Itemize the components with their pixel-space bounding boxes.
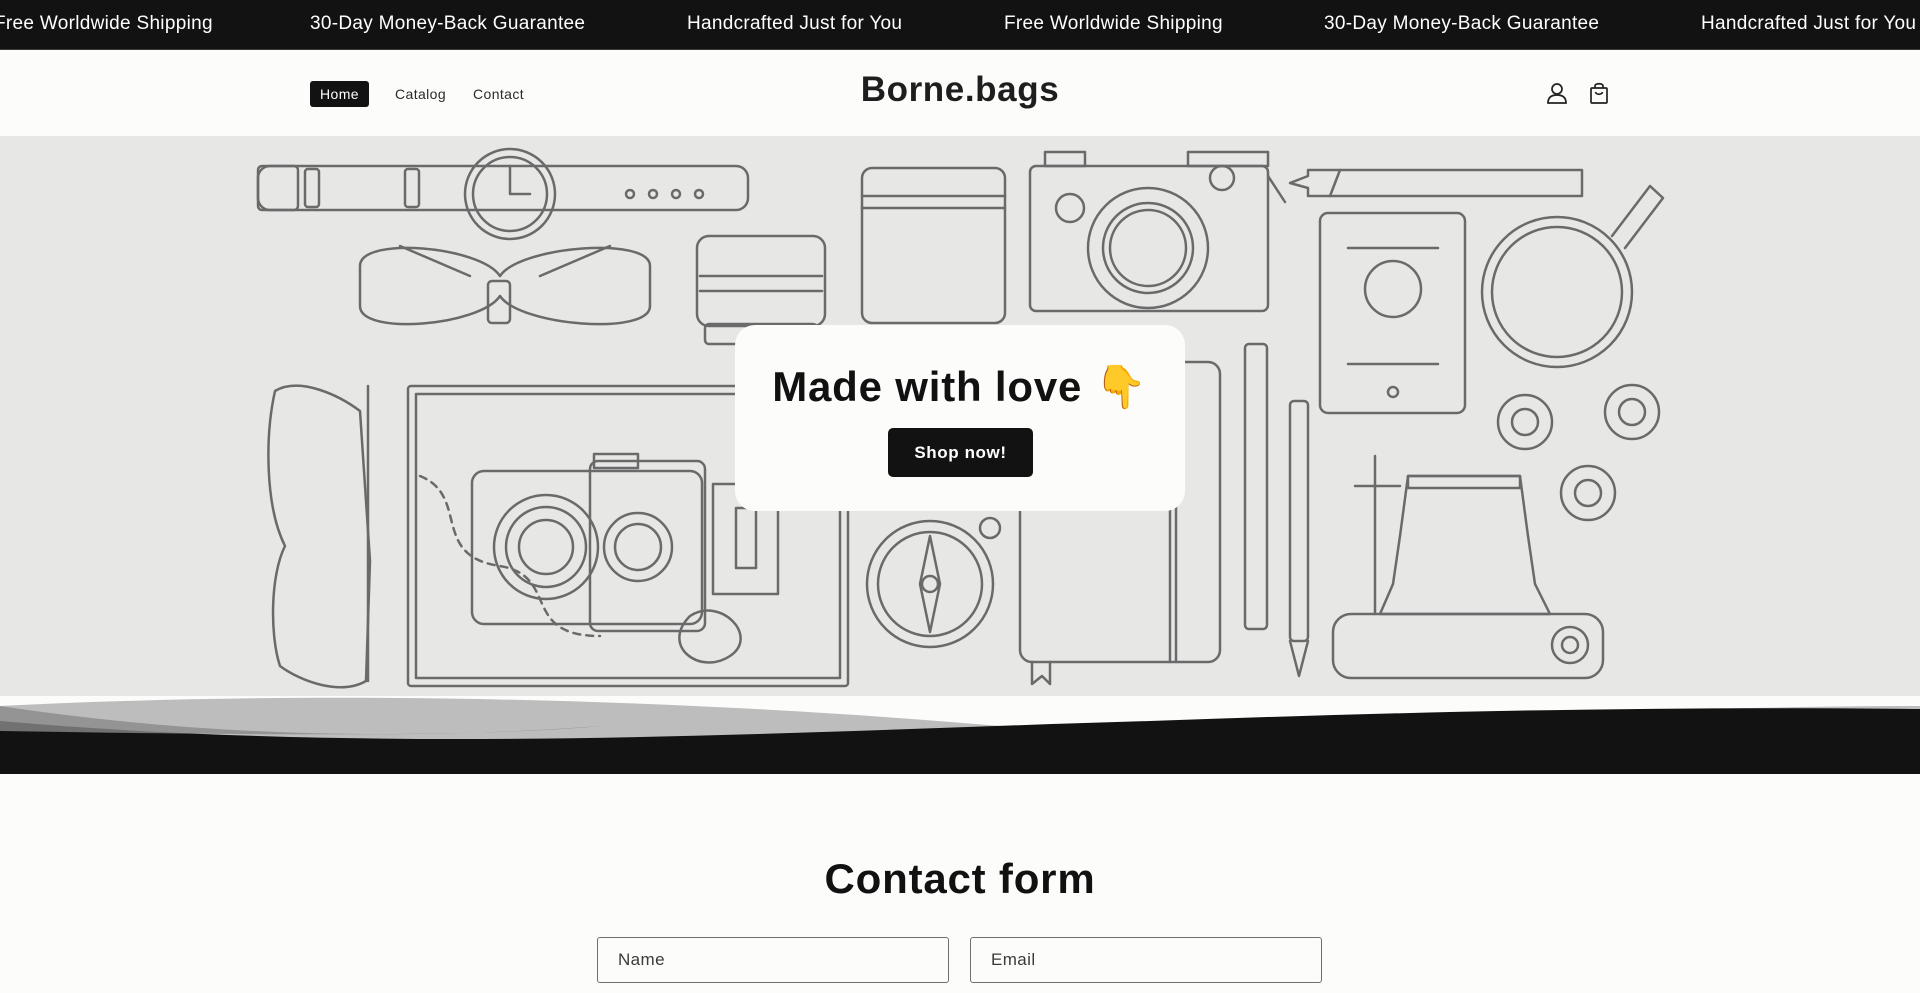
- bowtie-icon: [358, 244, 652, 326]
- pen-icon: [1243, 342, 1310, 678]
- compass-icon: [865, 516, 1002, 649]
- site-logo[interactable]: Borne.bags: [0, 70, 1920, 110]
- announcement-item: Free Worldwide Shipping: [1004, 13, 1223, 34]
- name-field[interactable]: [597, 937, 949, 983]
- hero-title: Made with love 👇: [735, 363, 1185, 412]
- vintage-camera-icon: [470, 452, 780, 633]
- passport-icon: [1318, 211, 1467, 415]
- hero-banner: Made with love 👇 Shop now!: [0, 136, 1920, 696]
- pencil-icon: [1288, 168, 1584, 198]
- hero-title-text: Made with love: [772, 363, 1083, 410]
- announcement-item: Handcrafted Just for You: [1701, 13, 1917, 34]
- wallet-icon: [860, 166, 1007, 325]
- announcement-item: 30-Day Money-Back Guarantee: [1324, 13, 1600, 34]
- shop-now-button[interactable]: Shop now!: [888, 428, 1033, 477]
- announcement-item: Free Worldwide Shipping: [0, 13, 213, 34]
- site-header: Home Catalog Contact Borne.bags: [0, 50, 1920, 136]
- pointing-down-icon: 👇: [1094, 363, 1148, 410]
- contact-title: Contact form: [824, 855, 1096, 902]
- announcement-bar: Free Worldwide Shipping 30-Day Money-Bac…: [0, 0, 1920, 50]
- camera-icon: [1028, 150, 1287, 313]
- wave-divider: [0, 696, 1920, 774]
- email-field[interactable]: [970, 937, 1322, 983]
- announcement-item: Handcrafted Just for You: [687, 13, 903, 34]
- watch-icon: [256, 147, 750, 241]
- announcement-item: 30-Day Money-Back Guarantee: [310, 13, 586, 34]
- wave-graphic: [0, 696, 1920, 774]
- account-icon[interactable]: [1544, 80, 1570, 106]
- magnifier-icon: [1480, 184, 1665, 369]
- cart-icon[interactable]: [1586, 80, 1612, 106]
- glasses-icon: [267, 384, 372, 689]
- hero-card: Made with love 👇 Shop now!: [735, 325, 1185, 511]
